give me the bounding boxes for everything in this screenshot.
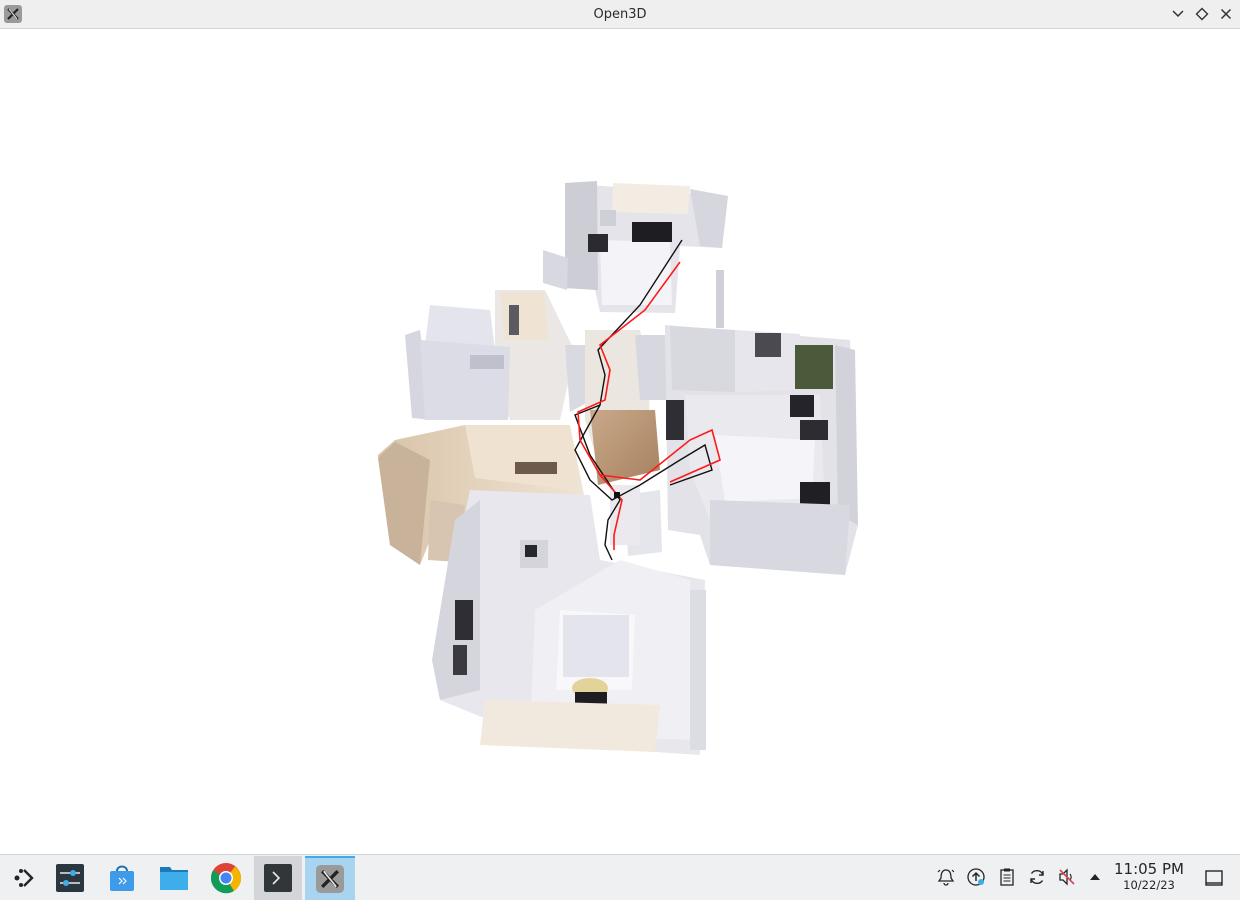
point-cloud-scene	[378, 181, 858, 755]
chrome-icon	[210, 863, 242, 894]
folder-icon	[160, 867, 188, 890]
show-desktop-icon[interactable]	[1204, 868, 1224, 888]
store-bag-icon	[110, 865, 134, 891]
clipboard-icon[interactable]	[997, 867, 1017, 887]
notifications-icon[interactable]	[936, 867, 956, 887]
settings-sliders-icon	[56, 864, 84, 892]
open3d-window[interactable]	[305, 856, 355, 900]
window-titlebar[interactable]: Open3D	[0, 0, 1240, 29]
open3d-icon	[316, 865, 344, 893]
system-settings[interactable]	[46, 856, 94, 900]
expand-tray-icon[interactable]	[1085, 867, 1105, 887]
clock-time: 11:05 PM	[1114, 860, 1184, 878]
volume-muted-icon[interactable]	[1057, 867, 1077, 887]
top-bedroom	[543, 181, 728, 328]
bottom-bedroom	[432, 485, 706, 755]
minimize-icon[interactable]	[1170, 6, 1186, 22]
terminal-icon	[264, 864, 292, 892]
right-bedroom	[665, 325, 858, 575]
sync-icon[interactable]	[1027, 867, 1047, 887]
file-manager[interactable]	[150, 856, 198, 900]
discover-store[interactable]	[98, 856, 146, 900]
update-icon[interactable]	[966, 867, 986, 887]
bathroom	[405, 290, 592, 420]
digital-clock[interactable]: 11:05 PM 10/22/23	[1112, 860, 1186, 892]
clock-date: 10/22/23	[1123, 878, 1175, 892]
plasma-launcher-icon	[14, 869, 34, 887]
application-launcher[interactable]	[0, 856, 48, 900]
window-title: Open3D	[593, 7, 647, 22]
taskbar: 11:05 PM 10/22/23	[0, 854, 1240, 900]
open3d-viewport[interactable]	[0, 29, 1240, 854]
terminal[interactable]	[254, 856, 302, 900]
close-icon[interactable]	[1218, 6, 1234, 22]
maximize-icon[interactable]	[1194, 6, 1210, 22]
chrome-browser[interactable]	[202, 856, 250, 900]
